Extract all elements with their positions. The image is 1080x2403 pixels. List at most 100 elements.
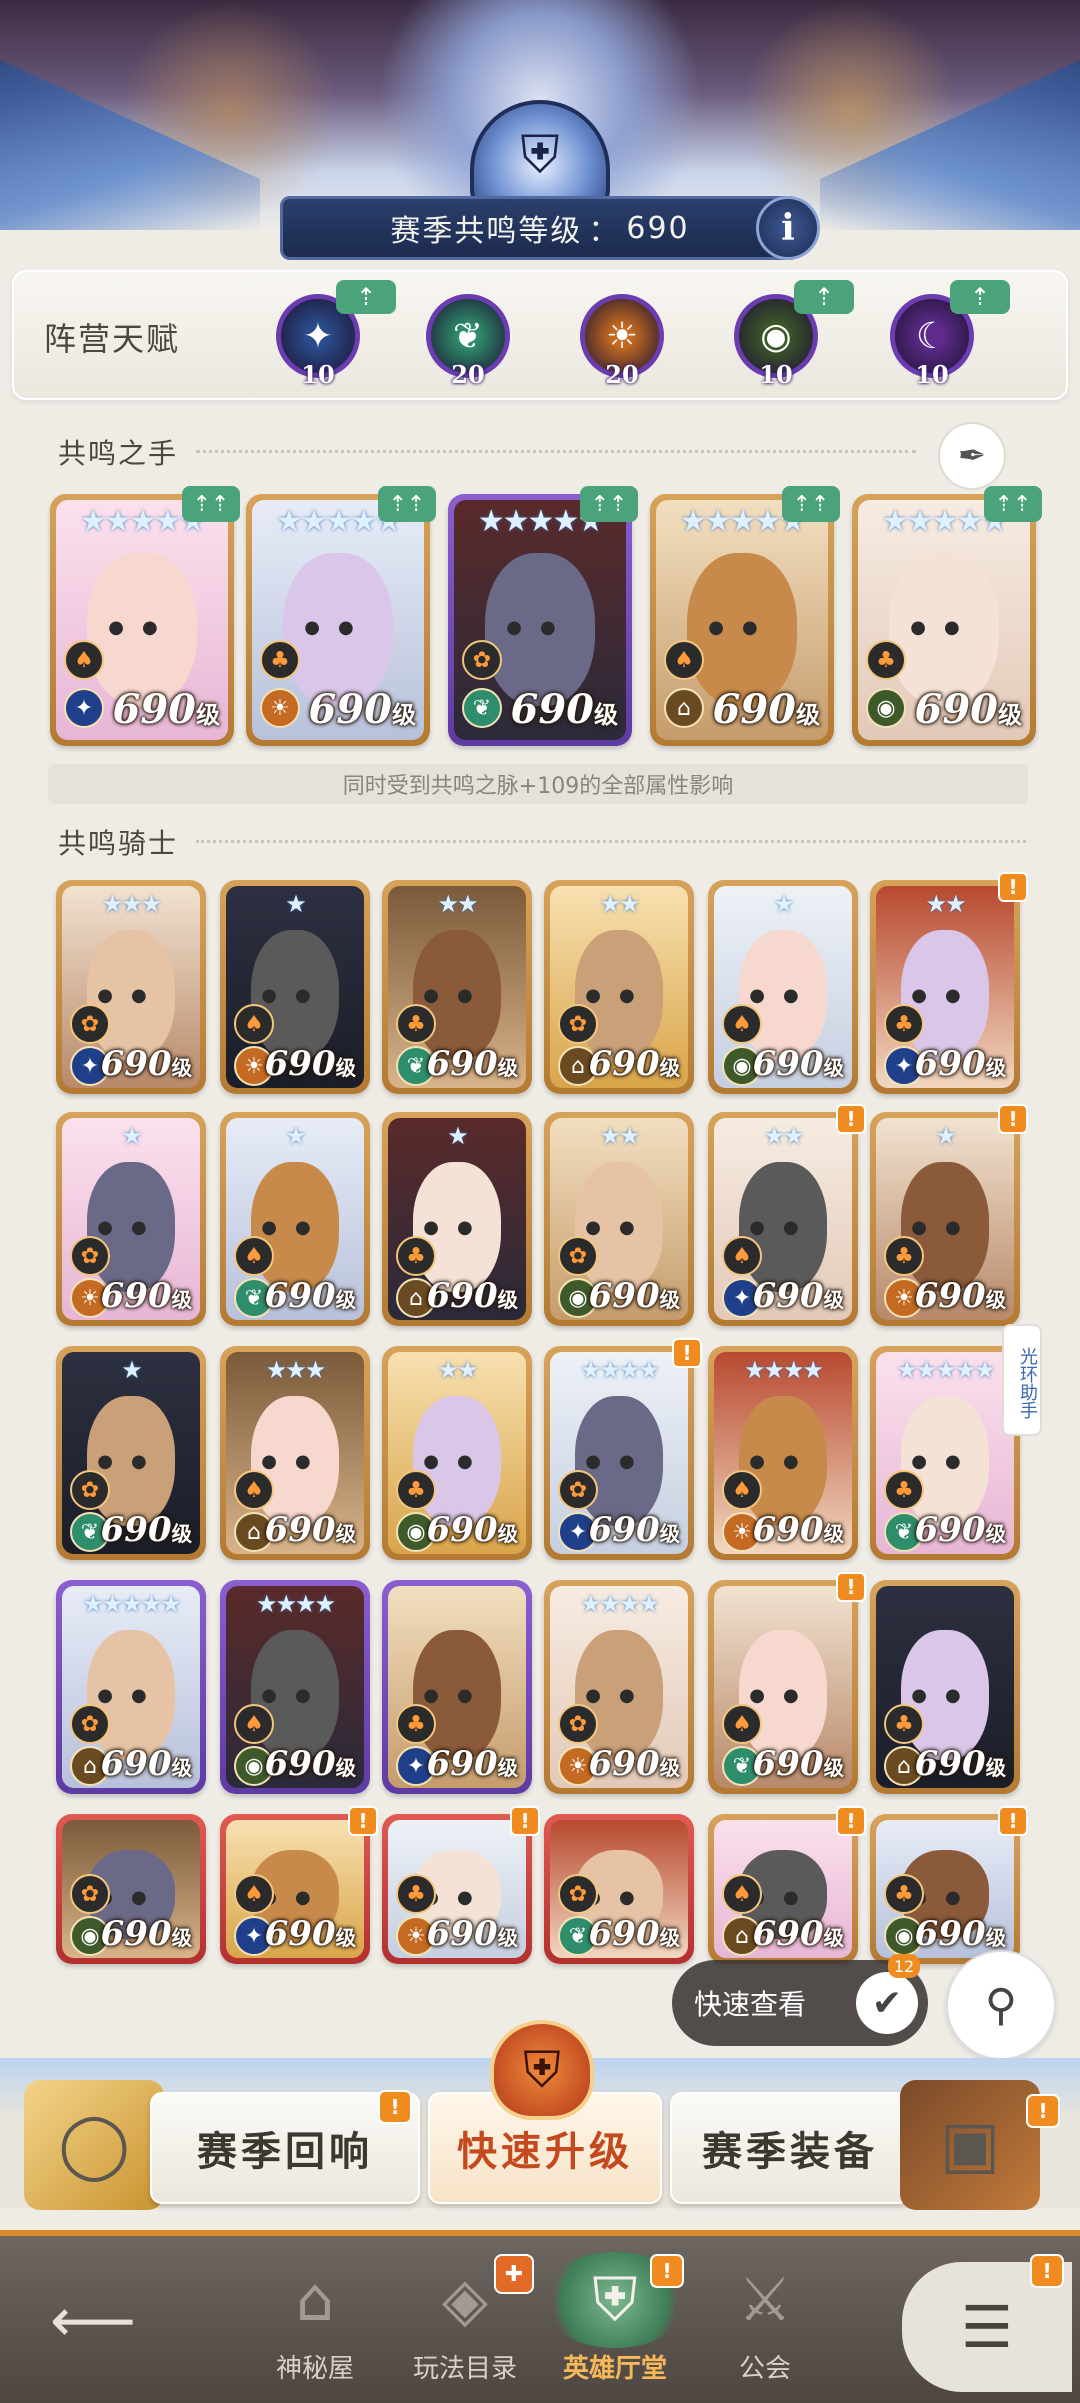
hero-portrait: ●● ★★★★ ♠ ☀ 690级 xyxy=(714,1352,852,1554)
knight-hero-card[interactable]: ●● ★ ♠ ☀ 690级 xyxy=(220,880,370,1094)
hero-level: 690级 xyxy=(713,686,821,733)
hero-eyes: ●● xyxy=(108,617,176,639)
quick-view-toggle[interactable]: 快速查看 ✔ 12 xyxy=(672,1954,928,2046)
hero-eyes: ●● xyxy=(749,1684,817,1706)
knight-hero-card[interactable]: ●● ✿ ◉ 690级 xyxy=(56,1814,206,1964)
knight-hero-card[interactable]: ●● ★★ ✿ ⌂ 690级 xyxy=(544,880,694,1094)
upgrade-arrow-icon: ⇡ xyxy=(336,280,396,314)
knight-hero-card[interactable]: ●● ♠ ❦ 690级! xyxy=(708,1572,866,1794)
quick-view-count: 12 xyxy=(888,1954,920,1978)
knight-hero-card[interactable]: ●● ★★ ✿ ◉ 690级 xyxy=(544,1112,694,1326)
knight-hero-card[interactable]: ●● ♠ ✦ 690级! xyxy=(220,1806,378,1964)
hero-level: 690级 xyxy=(589,1044,680,1084)
hand-hero-card[interactable]: ●● ★★★★★ ✿ ❦ 690级 ⇡⇡ xyxy=(448,486,638,746)
faction-badge[interactable]: ☾ 10 ⇡ xyxy=(884,280,1010,390)
hero-class-icon: ♣ xyxy=(884,1874,924,1914)
season-gear-button[interactable]: 赛季装备 xyxy=(670,2092,910,2204)
aura-helper-tab[interactable]: 光环助手 xyxy=(1002,1324,1042,1436)
hero-level-unit: 级 xyxy=(335,1288,356,1312)
faction-badge[interactable]: ✦ 10 ⇡ xyxy=(270,280,396,390)
knight-hero-card[interactable]: ●● ★★★★ ♠ ◉ 690级 xyxy=(220,1580,370,1794)
faction-badge[interactable]: ☀ 20 xyxy=(574,280,674,390)
hero-level: 690级 xyxy=(101,1044,192,1084)
faction-badge[interactable]: ❦ 20 xyxy=(420,280,520,390)
hero-level-unit: 级 xyxy=(796,700,820,729)
knight-hero-card[interactable]: ●● ★ ✿ ❦ 690级 xyxy=(56,1346,206,1560)
feather-quill-icon[interactable]: ✒ xyxy=(938,422,1006,490)
alert-icon: ! xyxy=(998,1104,1028,1134)
nav-item-guild[interactable]: ⚔ 公会 xyxy=(690,2252,840,2402)
hero-level: 690级 xyxy=(753,1744,844,1784)
hero-level: 690级 xyxy=(265,1510,356,1550)
star-rank-icon: ★ xyxy=(447,1122,469,1150)
hero-faction-icon: ◉ xyxy=(866,688,906,728)
hero-level: 690级 xyxy=(753,1914,844,1954)
knight-hero-card[interactable]: ●● ★ ♣ ☀ 690级! xyxy=(870,1104,1028,1326)
hero-level-unit: 级 xyxy=(497,1288,518,1312)
knight-hero-card[interactable]: ●● ★★★★ ♠ ☀ 690级 xyxy=(708,1346,858,1560)
alert-icon: ! xyxy=(672,1338,702,1368)
knight-hero-card[interactable]: ●● ★★ ♣ ✦ 690级! xyxy=(870,872,1028,1094)
hero-class-icon: ♣ xyxy=(396,1004,436,1044)
hero-level: 690级 xyxy=(427,1276,518,1316)
knight-hero-card[interactable]: ●● ♣ ⌂ 690级 xyxy=(870,1580,1020,1794)
filter-icon[interactable]: ⚲ xyxy=(946,1950,1056,2060)
hero-eyes: ●● xyxy=(423,1684,491,1706)
faction-level-value: 10 xyxy=(759,360,793,389)
knight-hero-card[interactable]: ●● ★ ♣ ⌂ 690级 xyxy=(382,1112,532,1326)
knight-hero-card[interactable]: ●● ★★★ ♠ ⌂ 690级 xyxy=(220,1346,370,1560)
knight-hero-card[interactable]: ●● ♣ ☀ 690级! xyxy=(382,1806,540,1964)
knight-hero-card[interactable]: ●● ✿ ❦ 690级 xyxy=(544,1814,694,1964)
hero-portrait: ●● ♠ ✦ 690级 xyxy=(226,1820,364,1958)
hand-hero-card[interactable]: ●● ★★★★★ ♠ ✦ 690级 ⇡⇡ xyxy=(50,486,240,746)
hero-portrait: ●● ★★ ♣ ❦ 690级 xyxy=(388,886,526,1088)
hero-level-value: 690 xyxy=(100,1914,172,1954)
hero-eyes: ●● xyxy=(910,617,978,639)
hero-level-unit: 级 xyxy=(497,1522,518,1546)
upgrade-arrow-icon: ⇡⇡ xyxy=(782,486,840,522)
hero-class-icon: ✿ xyxy=(70,1470,110,1510)
hero-level-value: 690 xyxy=(914,686,999,733)
hero-level-unit: 级 xyxy=(985,1056,1006,1080)
knight-hero-card[interactable]: ●● ★★ ♠ ✦ 690级! xyxy=(708,1104,866,1326)
faction-talent-label: 阵营天赋 xyxy=(44,320,181,358)
hero-portrait: ●● ★★★ ♠ ⌂ 690级 xyxy=(226,1352,364,1554)
knight-hero-card[interactable]: ●● ★★★ ✿ ✦ 690级 xyxy=(56,880,206,1094)
knight-hero-card[interactable]: ●● ★★★★ ✿ ☀ 690级 xyxy=(544,1580,694,1794)
knight-hero-card[interactable]: ●● ★★★★★ ✿ ⌂ 690级 xyxy=(56,1580,206,1794)
section-divider xyxy=(196,840,1026,843)
hand-hero-card[interactable]: ●● ★★★★★ ♠ ⌂ 690级 ⇡⇡ xyxy=(650,486,840,746)
hero-level-unit: 级 xyxy=(196,700,220,729)
knight-hero-card[interactable]: ●● ★★ ♣ ❦ 690级 xyxy=(382,880,532,1094)
knight-hero-card[interactable]: ●● ♣ ✦ 690级 xyxy=(382,1580,532,1794)
hero-class-icon: ♣ xyxy=(884,1236,924,1276)
knight-hero-card[interactable]: ●● ★★★★★ ♣ ❦ 690级 xyxy=(870,1346,1020,1560)
hero-level: 690级 xyxy=(753,1276,844,1316)
hero-class-icon: ♣ xyxy=(396,1470,436,1510)
knight-hero-card[interactable]: ●● ♣ ◉ 690级! xyxy=(870,1806,1028,1964)
star-rank-icon: ★ xyxy=(773,890,795,918)
info-icon[interactable]: i xyxy=(756,196,820,260)
knight-hero-card[interactable]: ●● ♠ ⌂ 690级! xyxy=(708,1806,866,1964)
faction-badge[interactable]: ◉ 10 ⇡ xyxy=(728,280,854,390)
star-rank-icon: ★★★★ xyxy=(579,1356,660,1384)
hand-hero-card[interactable]: ●● ★★★★★ ♣ ☀ 690级 ⇡⇡ xyxy=(246,486,436,746)
hero-eyes: ●● xyxy=(304,617,372,639)
nav-item-mystery-house[interactable]: ⌂ 神秘屋 xyxy=(240,2252,390,2402)
hero-level: 690级 xyxy=(101,1276,192,1316)
knight-hero-card[interactable]: ●● ★ ✿ ☀ 690级 xyxy=(56,1112,206,1326)
back-arrow-icon[interactable]: ⟵ xyxy=(50,2286,136,2356)
hero-level: 690级 xyxy=(309,686,417,733)
hero-portrait: ●● ★★★ ✿ ✦ 690级 xyxy=(62,886,200,1088)
knight-hero-card[interactable]: ●● ★ ♠ ❦ 690级 xyxy=(220,1112,370,1326)
knight-hero-card[interactable]: ●● ★★★★ ✿ ✦ 690级! xyxy=(544,1338,702,1560)
nav-label: 神秘屋 xyxy=(275,2354,354,2384)
hero-class-icon: ♣ xyxy=(396,1236,436,1276)
knight-hero-card[interactable]: ●● ★ ♠ ◉ 690级 xyxy=(708,880,858,1094)
knight-hero-card[interactable]: ●● ★★ ♣ ◉ 690级 xyxy=(382,1346,532,1560)
star-rank-icon: ★★★★★ xyxy=(896,1356,996,1384)
hero-level: 690级 xyxy=(589,1276,680,1316)
hand-hero-card[interactable]: ●● ★★★★★ ♣ ◉ 690级 ⇡⇡ xyxy=(852,486,1042,746)
hero-level-unit: 级 xyxy=(335,1756,356,1780)
star-rank-icon: ★★★★ xyxy=(255,1590,336,1618)
